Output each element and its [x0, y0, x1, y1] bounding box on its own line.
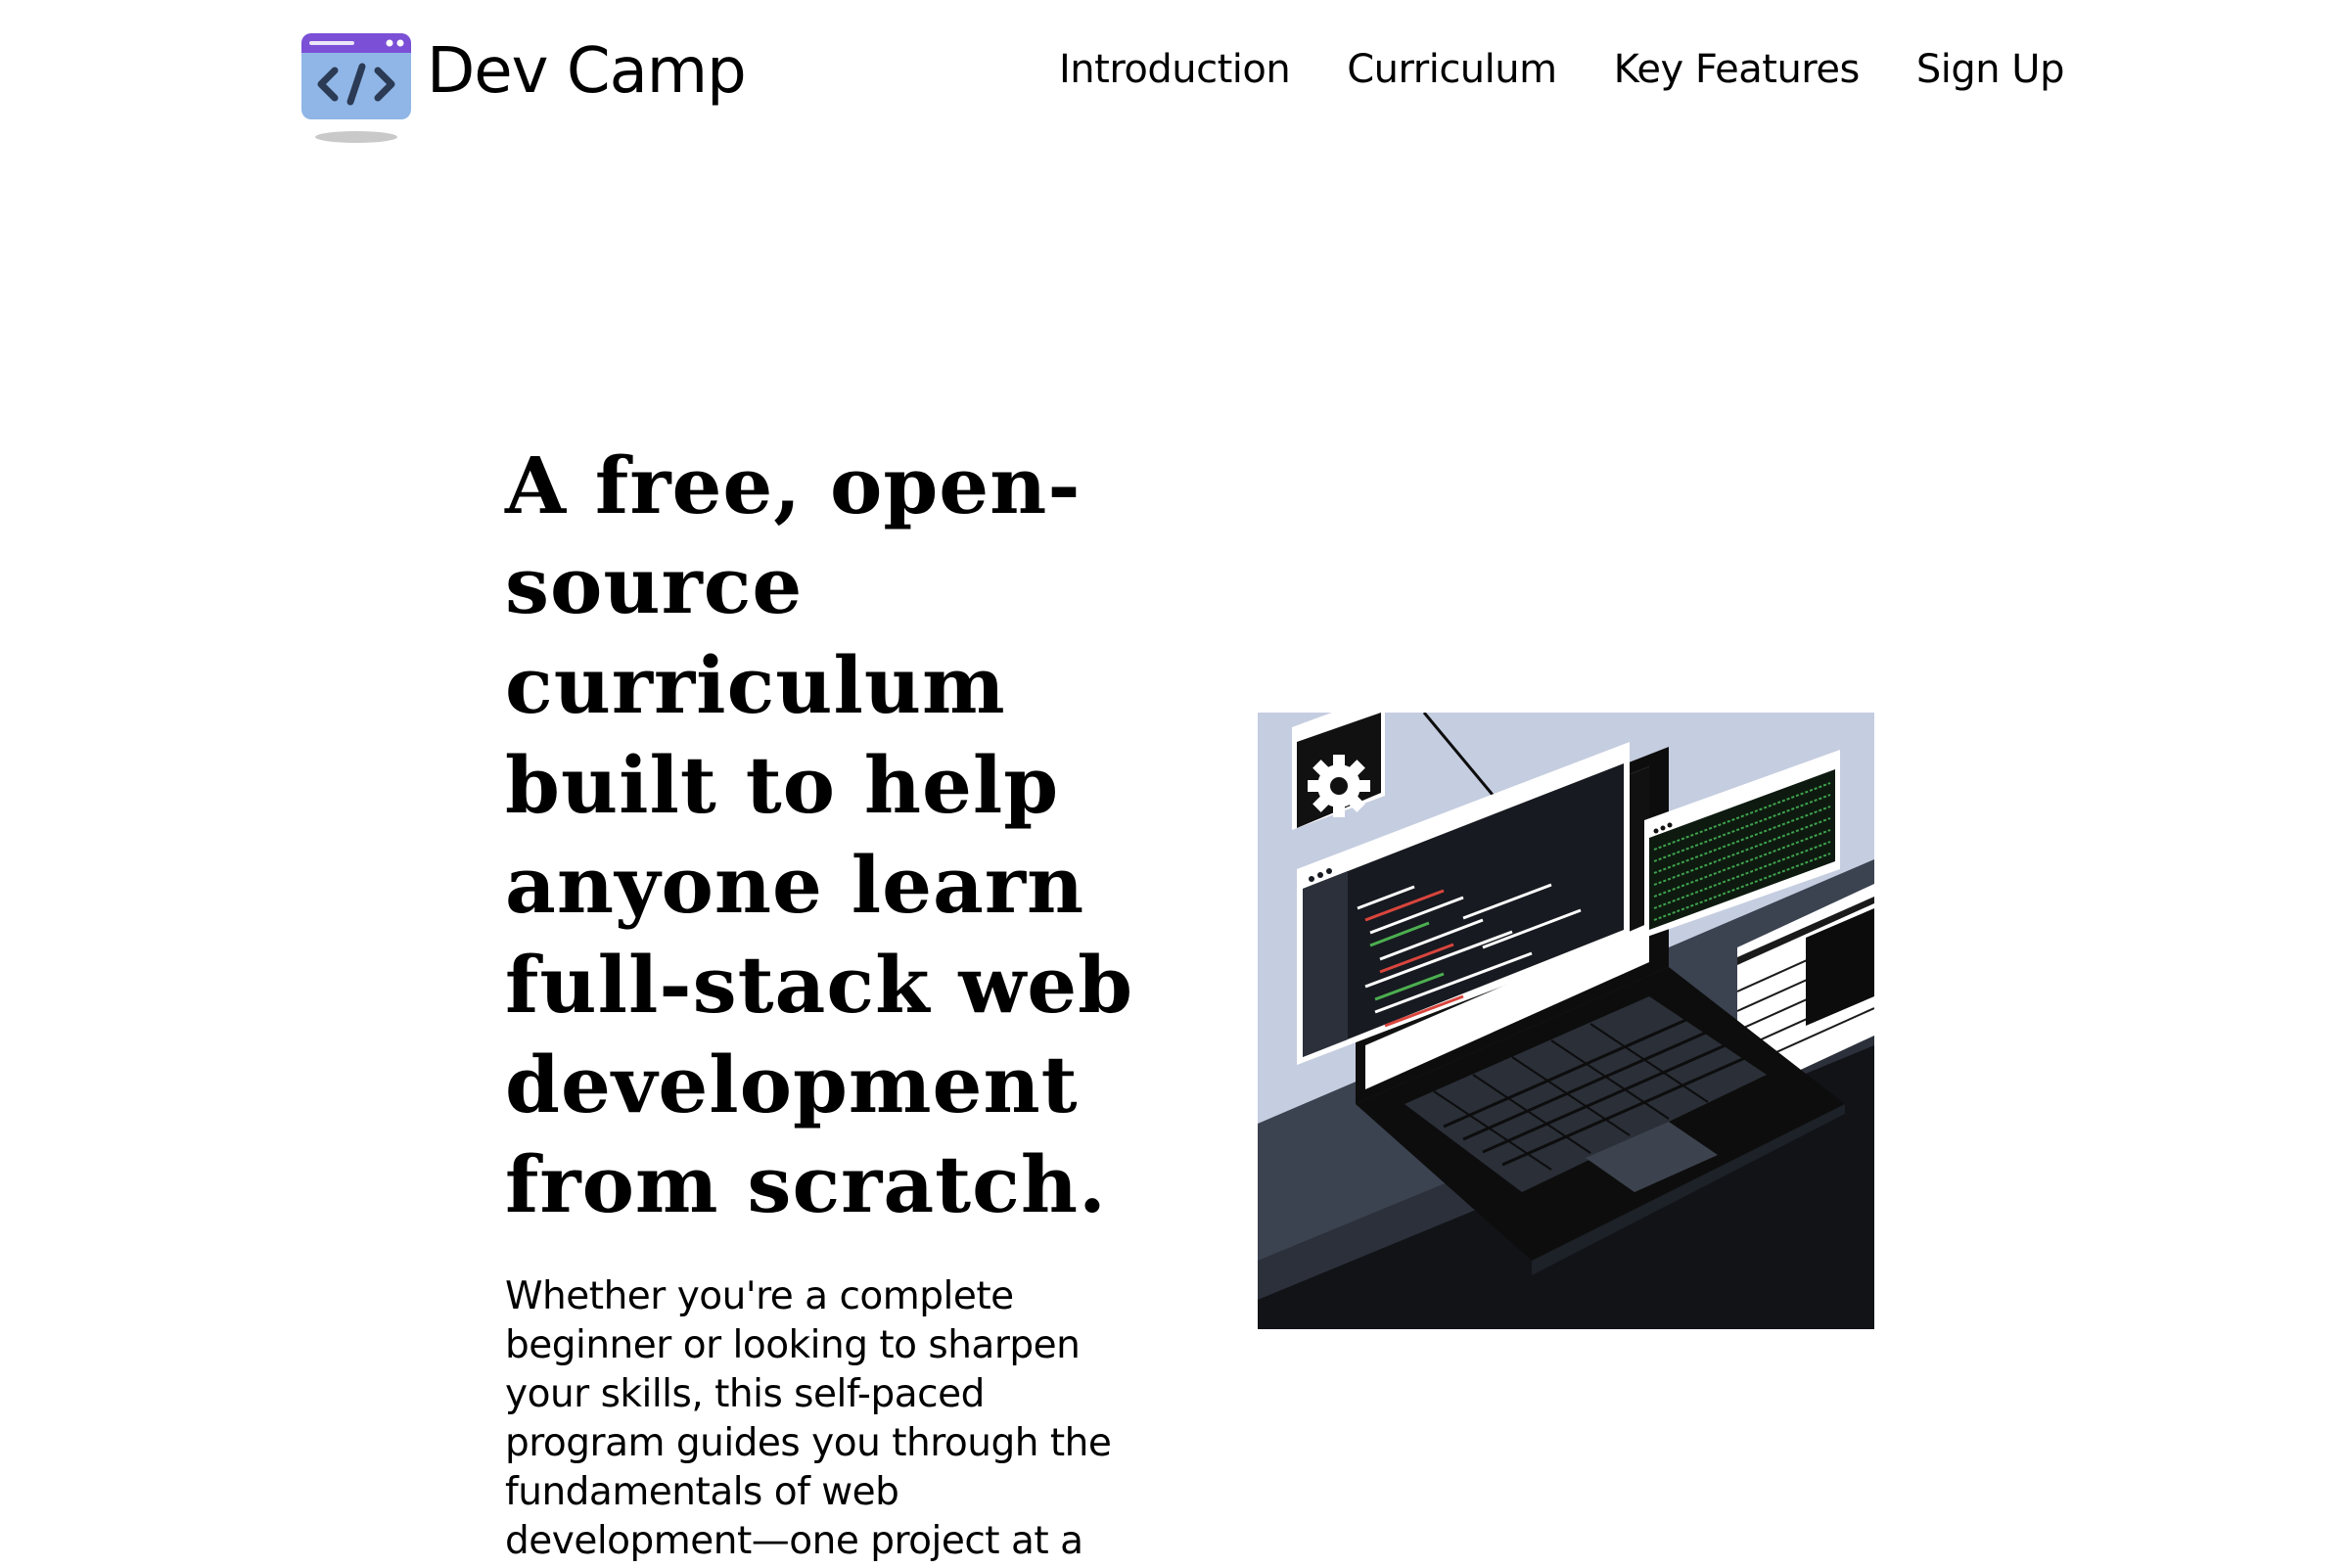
nav-curriculum[interactable]: Curriculum: [1347, 47, 1557, 92]
hero-title: A free, open-source curriculum built to …: [505, 439, 1134, 1230]
hero-description: Whether you're a complete beginner or lo…: [505, 1274, 1112, 1563]
nav-introduction[interactable]: Introduction: [1059, 47, 1291, 92]
code-window-icon: [301, 33, 411, 143]
site-header: Dev Camp Introduction Curriculum Key Fea…: [0, 0, 2349, 147]
brand-name: Dev Camp: [427, 35, 747, 108]
logo-link[interactable]: Dev Camp: [299, 29, 747, 147]
nav-sign-up[interactable]: Sign Up: [1916, 47, 2065, 92]
nav-key-features[interactable]: Key Features: [1614, 47, 1861, 92]
laptop-code-illustration: [1258, 713, 1874, 1329]
main-nav: Introduction Curriculum Key Features Sig…: [1059, 47, 2064, 92]
